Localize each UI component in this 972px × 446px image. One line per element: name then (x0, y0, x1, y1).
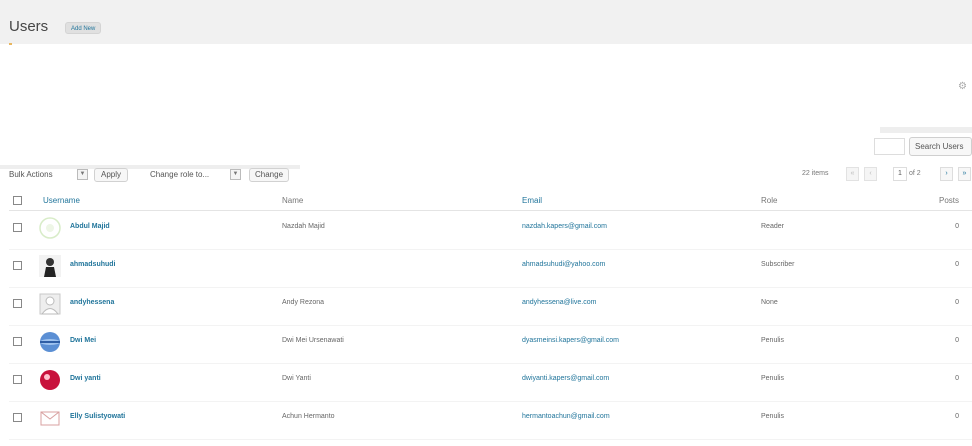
row-checkbox[interactable] (13, 413, 22, 422)
row-checkbox[interactable] (13, 299, 22, 308)
user-name: Nazdah Majid (282, 223, 325, 230)
user-posts[interactable]: 0 (931, 223, 959, 230)
globe-avatar (39, 331, 61, 353)
current-page-input[interactable]: 1 (893, 167, 907, 181)
table-row: Elly Sulistyowati Achun Hermanto hermant… (9, 402, 972, 440)
table-header: Username Name Email Role Posts (9, 191, 972, 211)
gear-icon[interactable]: ⚙ (958, 81, 967, 92)
change-button[interactable]: Change (249, 168, 290, 182)
next-page-button[interactable]: › (940, 167, 953, 181)
table-row: ahmadsuhudi ahmadsuhudi@yahoo.com Subscr… (9, 250, 972, 288)
change-role-chevron-down-icon[interactable]: ▼ (230, 169, 241, 180)
username-link[interactable]: Dwi yanti (70, 375, 101, 382)
column-posts: Posts (938, 196, 959, 205)
user-name: Dwi Mei Ursenawati (282, 337, 344, 344)
user-email-link[interactable]: dyasmeinsi.kapers@gmail.com (522, 337, 619, 344)
user-posts[interactable]: 0 (931, 299, 959, 306)
user-name: Dwi Yanti (282, 375, 311, 382)
user-email-link[interactable]: hermantoachun@gmail.com (522, 413, 610, 420)
user-role: Subscriber (761, 261, 795, 268)
user-role: Penulis (761, 413, 784, 420)
user-role: Penulis (761, 337, 784, 344)
column-role: Role (761, 196, 778, 205)
search-input[interactable] (874, 138, 905, 155)
table-row: Abdul Majid Nazdah Majid nazdah.kapers@g… (9, 212, 972, 250)
user-role: Penulis (761, 375, 784, 382)
row-checkbox[interactable] (13, 375, 22, 384)
column-username[interactable]: Username (43, 196, 80, 205)
red-avatar (39, 369, 61, 391)
column-email[interactable]: Email (522, 196, 542, 205)
page-header: Users Add New (0, 0, 972, 44)
column-name: Name (282, 196, 304, 205)
user-posts[interactable]: 0 (931, 261, 959, 268)
search-users-button[interactable]: Search Users (909, 137, 972, 156)
user-name: Achun Hermanto (282, 413, 335, 420)
last-page-button[interactable]: » (958, 167, 971, 181)
row-checkbox[interactable] (13, 223, 22, 232)
bulk-actions-chevron-down-icon[interactable]: ▼ (77, 169, 88, 180)
user-email-link[interactable]: andyhessena@live.com (522, 299, 596, 306)
user-role: Reader (761, 223, 784, 230)
items-count: 22 items (802, 170, 829, 177)
username-link[interactable]: andyhessena (70, 299, 114, 306)
select-all-checkbox[interactable] (13, 196, 22, 205)
envelope-avatar (39, 407, 61, 429)
username-link[interactable]: Dwi Mei (70, 337, 96, 344)
default-avatar (39, 293, 61, 315)
search-box-background (880, 127, 972, 133)
page-total: of 2 (909, 170, 921, 177)
apply-button[interactable]: Apply (94, 168, 129, 182)
user-email-link[interactable]: nazdah.kapers@gmail.com (522, 223, 607, 230)
page-title: Users (9, 18, 49, 35)
username-link[interactable]: Elly Sulistyowati (70, 413, 125, 420)
user-posts[interactable]: 0 (931, 337, 959, 344)
user-name: Andy Rezona (282, 299, 325, 306)
user-posts[interactable]: 0 (931, 375, 959, 382)
identicon-avatar (39, 217, 61, 239)
title-underline (9, 43, 12, 45)
username-link[interactable]: Abdul Majid (70, 223, 110, 230)
table-row: Dwi yanti Dwi Yanti dwiyanti.kapers@gmai… (9, 364, 972, 402)
table-row: andyhessena Andy Rezona andyhessena@live… (9, 288, 972, 326)
first-page-button[interactable]: « (846, 167, 859, 181)
add-new-button[interactable]: Add New (65, 22, 102, 34)
user-role: None (761, 299, 778, 306)
photo-avatar (39, 255, 61, 277)
user-email-link[interactable]: dwiyanti.kapers@gmail.com (522, 375, 609, 382)
row-checkbox[interactable] (13, 337, 22, 346)
username-link[interactable]: ahmadsuhudi (70, 261, 116, 268)
row-checkbox[interactable] (13, 261, 22, 270)
user-posts[interactable]: 0 (931, 413, 959, 420)
table-row: Dwi Mei Dwi Mei Ursenawati dyasmeinsi.ka… (9, 326, 972, 364)
table-navigation: Bulk Actions ▼ Apply Change role to... ▼… (0, 165, 972, 183)
user-email-link[interactable]: ahmadsuhudi@yahoo.com (522, 261, 605, 268)
bulk-actions-select[interactable]: Bulk Actions (9, 168, 53, 181)
change-role-select[interactable]: Change role to... (150, 168, 209, 181)
previous-page-button[interactable]: ‹ (864, 167, 877, 181)
